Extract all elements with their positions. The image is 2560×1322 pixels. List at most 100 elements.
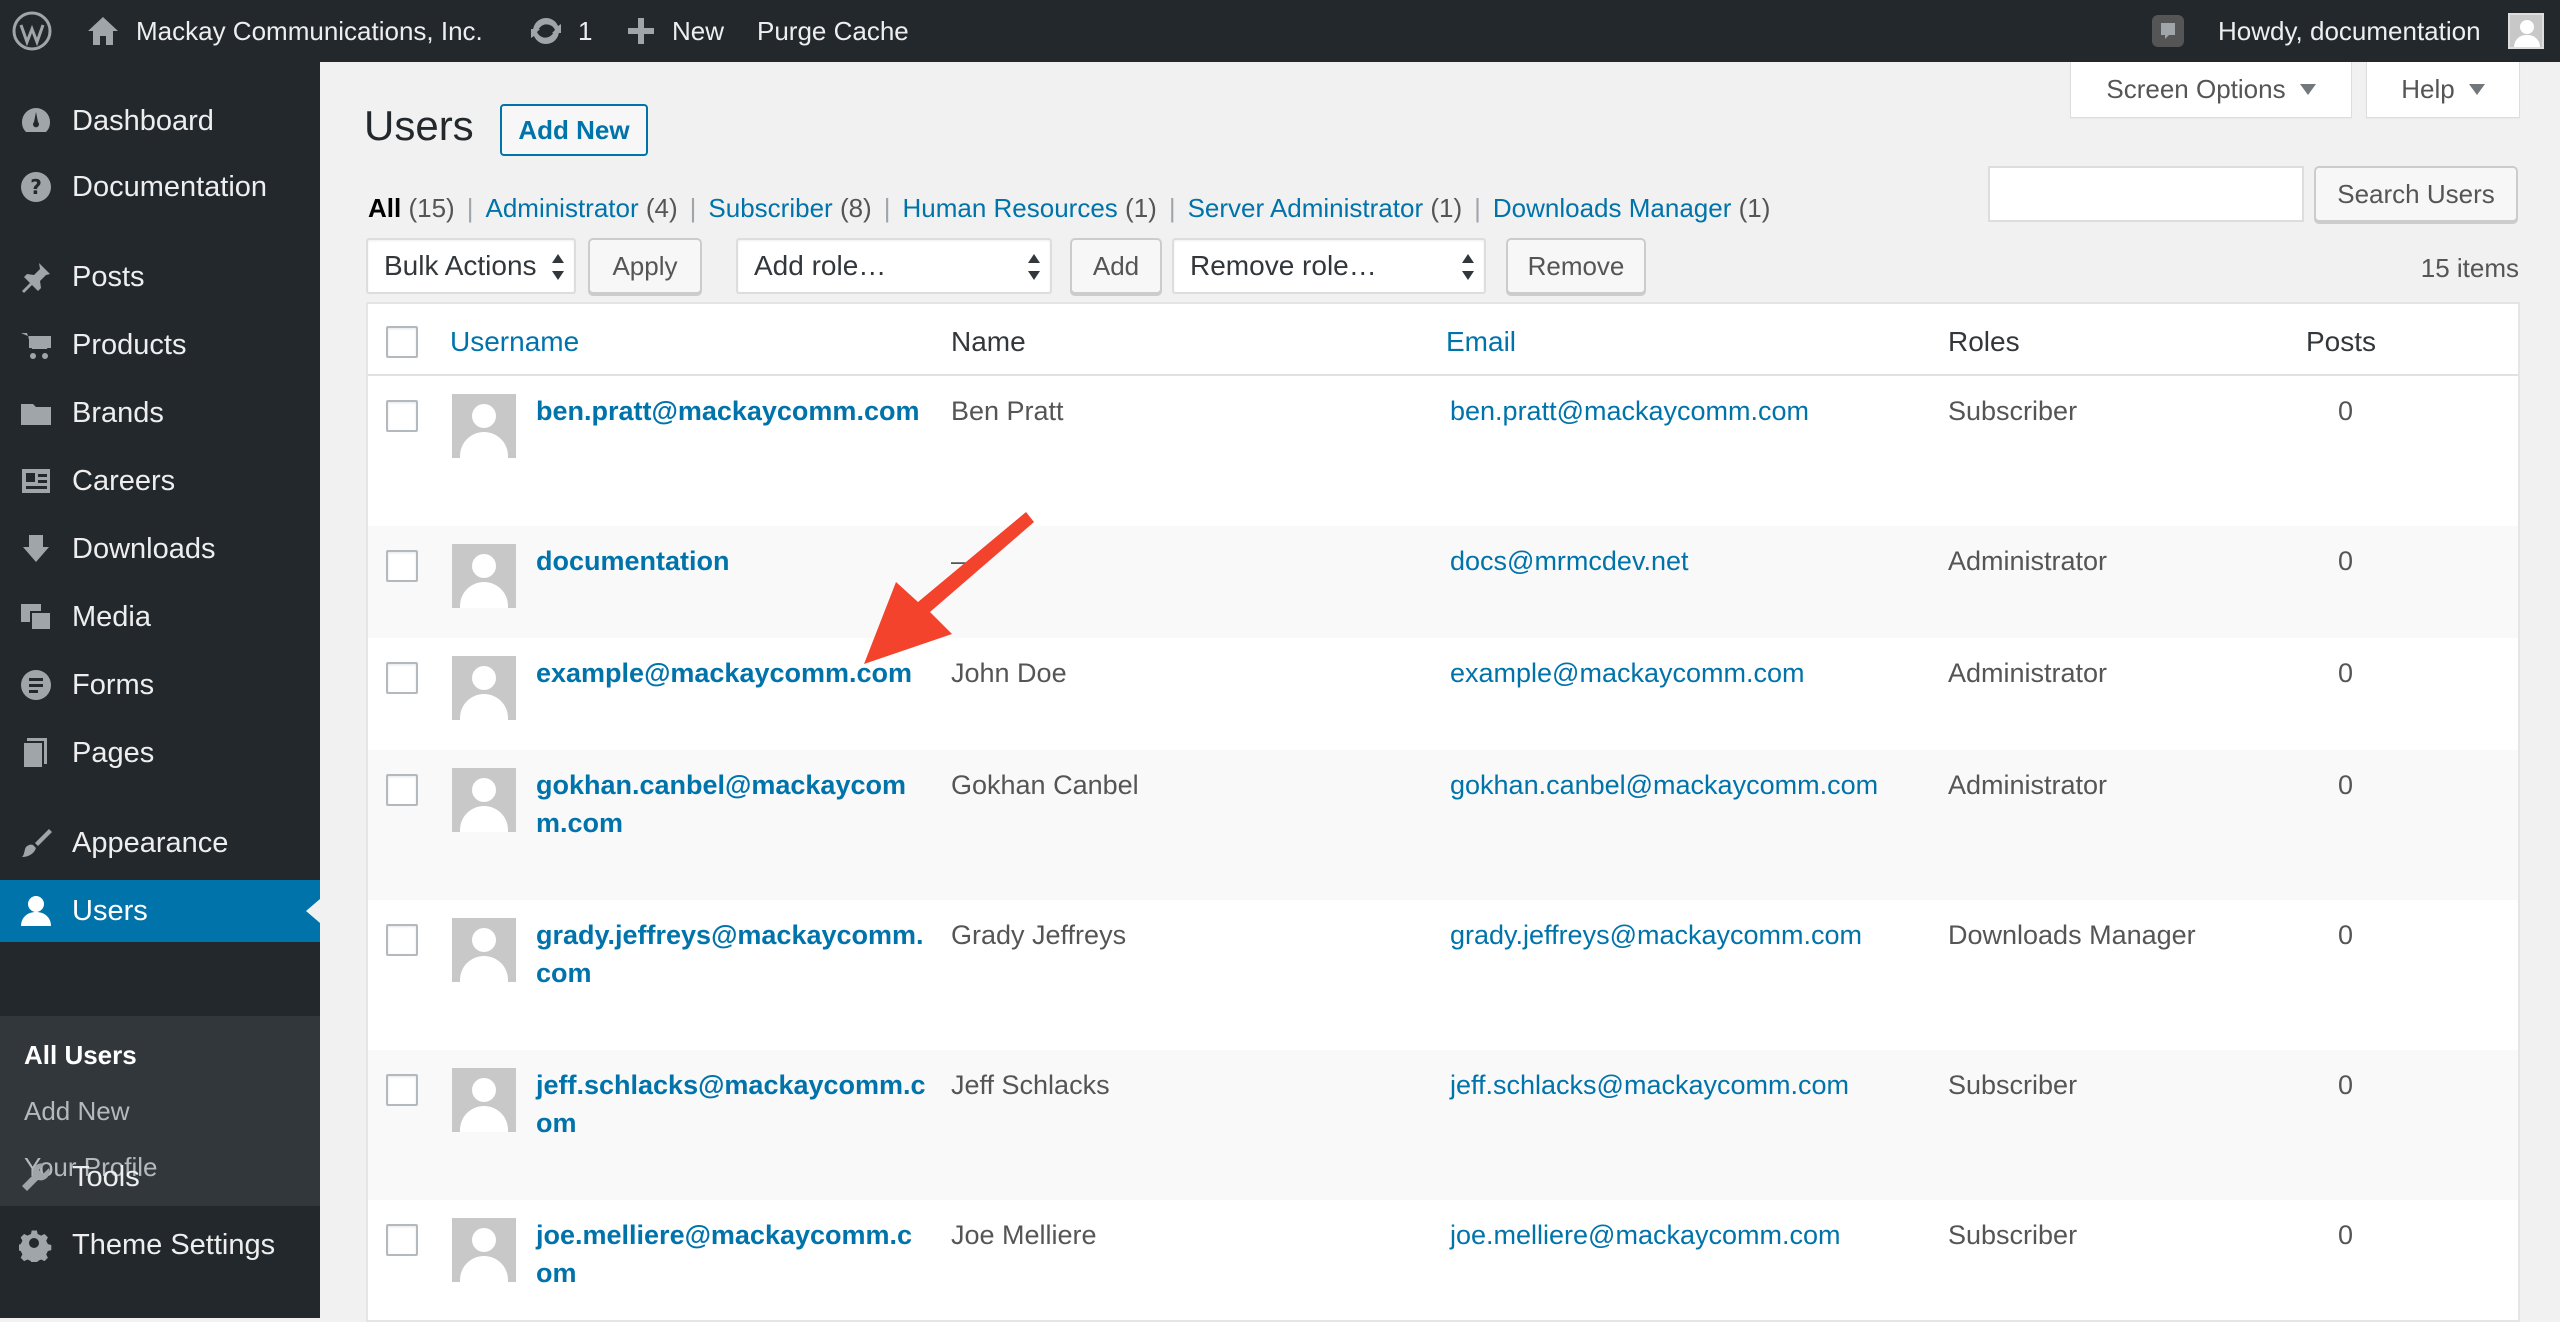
howdy-user-link[interactable]: Howdy, documentation [2218,0,2481,62]
username-link[interactable]: jeff.schlacks@mackaycomm.com [536,1066,928,1142]
add-role-select[interactable]: Add role… [736,238,1052,294]
email-link[interactable]: gokhan.canbel@mackaycomm.com [1450,766,1878,804]
select-arrows-icon [552,254,564,280]
table-row: ben.pratt@mackaycomm.com Ben Pratt ben.pra… [368,376,2518,526]
username-link[interactable]: gokhan.canbel@mackaycomm.com [536,766,928,842]
row-checkbox[interactable] [386,550,418,582]
sidebar-item-label: Brands [72,396,164,429]
user-name: Gokhan Canbel [951,770,1139,800]
items-count: 15 items [2420,253,2519,283]
user-role: Subscriber [1948,396,2078,426]
column-username[interactable]: Username [450,326,579,358]
table-row: documentation — docs@mrmcdev.net Administra… [368,526,2518,638]
sidebar-item-media[interactable]: Media [0,586,320,648]
sidebar-item-products[interactable]: Products [0,314,320,376]
table-row: jeff.schlacks@mackaycomm.com Jeff Schlack… [368,1050,2518,1200]
sidebar-item-label: Documentation [72,170,268,203]
sidebar-item-label: Tools [72,1160,140,1193]
updates-icon[interactable] [528,0,564,62]
new-content-link[interactable]: New [672,0,724,62]
screen-options-label: Screen Options [2106,74,2286,104]
home-icon[interactable] [86,0,120,62]
sidebar-item-pages[interactable]: Pages [0,722,320,784]
updates-count[interactable]: 1 [578,0,592,62]
view-separator: | [883,193,891,223]
admin-bar: Mackay Communications, Inc. 1 New Purge … [0,0,2560,62]
row-checkbox[interactable] [386,400,418,432]
search-users-button[interactable]: Search Users [2314,166,2518,222]
sidebar-item-label: Careers [72,464,176,497]
row-checkbox[interactable] [386,1074,418,1106]
view-all[interactable]: All [368,193,401,223]
sidebar-item-label: Pages [72,736,155,769]
row-checkbox[interactable] [386,1224,418,1256]
post-count: 0 [2338,1220,2354,1250]
add-role-button[interactable]: Add [1070,238,1162,294]
avatar [452,768,516,832]
apply-button[interactable]: Apply [588,238,702,294]
user-name: — [951,546,978,576]
remove-role-button[interactable]: Remove [1506,238,1646,294]
screen-options-button[interactable]: Screen Options [2070,62,2352,118]
username-link[interactable]: grady.jeffreys@mackaycomm.com [536,916,928,992]
username-link[interactable]: joe.melliere@mackaycomm.com [536,1216,928,1292]
view-human-resources[interactable]: Human Resources [902,193,1117,223]
post-count: 0 [2338,1070,2354,1100]
sidebar-item-posts[interactable]: Posts [0,246,320,308]
help-button[interactable]: Help [2366,62,2520,118]
row-checkbox[interactable] [386,662,418,694]
view-count: (1) [1125,193,1157,223]
table-row: grady.jeffreys@mackaycomm.com Grady Jeffr… [368,900,2518,1050]
user-avatar[interactable] [2508,13,2544,49]
email-link[interactable]: example@mackaycomm.com [1450,654,1805,692]
media-icon [18,599,54,635]
view-count: (1) [1430,193,1463,223]
email-link[interactable]: docs@mrmcdev.net [1450,542,1688,580]
email-link[interactable]: grady.jeffreys@mackaycomm.com [1450,916,1862,954]
sidebar-item-tools[interactable]: Tools [0,1146,320,1208]
plus-icon[interactable] [626,0,656,62]
search-users-input[interactable] [1988,166,2304,222]
user-role: Subscriber [1948,1220,2078,1250]
sidebar-item-brands[interactable]: Brands [0,382,320,444]
email-link[interactable]: jeff.schlacks@mackaycomm.com [1450,1066,1849,1104]
sidebar-item-documentation[interactable]: ? Documentation [0,156,320,218]
column-name: Name [951,326,1026,357]
email-link[interactable]: joe.melliere@mackaycomm.com [1450,1216,1841,1254]
sidebar-item-users[interactable]: Users [0,880,320,942]
purge-cache-link[interactable]: Purge Cache [757,0,909,62]
submenu-all-users[interactable]: All Users [24,1040,137,1071]
view-administrator[interactable]: Administrator [485,193,638,223]
user-role: Administrator [1948,546,2108,576]
column-email[interactable]: Email [1446,326,1516,358]
notification-icon[interactable] [2150,0,2186,62]
sidebar-item-forms[interactable]: Forms [0,654,320,716]
sidebar-item-dashboard[interactable]: Dashboard [0,90,320,152]
select-all-checkbox[interactable] [386,326,418,358]
username-link[interactable]: ben.pratt@mackaycomm.com [536,392,928,430]
sidebar-item-appearance[interactable]: Appearance [0,812,320,874]
username-link[interactable]: documentation [536,542,928,580]
post-count: 0 [2338,396,2354,426]
email-link[interactable]: ben.pratt@mackaycomm.com [1450,392,1809,430]
sidebar-item-theme-settings[interactable]: Theme Settings [0,1214,320,1276]
role-filter-views: All (15) | Administrator (4) | Subscriber (8… [368,193,1770,224]
sidebar-item-careers[interactable]: Careers [0,450,320,512]
remove-role-select[interactable]: Remove role… [1172,238,1486,294]
user-role: Administrator [1948,770,2108,800]
wordpress-logo-icon[interactable] [12,0,52,62]
post-count: 0 [2338,546,2354,576]
add-new-user-button[interactable]: Add New [500,104,648,156]
row-checkbox[interactable] [386,924,418,956]
site-name-link[interactable]: Mackay Communications, Inc. [136,0,483,62]
view-server-administrator[interactable]: Server Administrator [1188,193,1424,223]
sidebar-item-downloads[interactable]: Downloads [0,518,320,580]
view-subscriber[interactable]: Subscriber [708,193,832,223]
row-checkbox[interactable] [386,774,418,806]
select-arrows-icon [1028,254,1040,280]
username-link[interactable]: example@mackaycomm.com [536,654,928,692]
bulk-actions-select[interactable]: Bulk Actions [366,238,576,294]
submenu-add-new[interactable]: Add New [24,1096,130,1127]
view-downloads-manager[interactable]: Downloads Manager [1493,193,1731,223]
sidebar-item-label: Theme Settings [72,1228,276,1261]
